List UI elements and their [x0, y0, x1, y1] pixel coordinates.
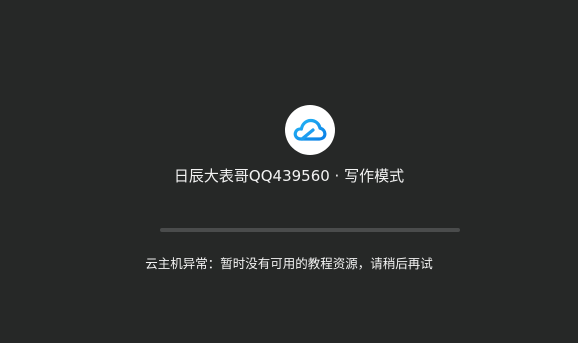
app-logo: [285, 105, 335, 155]
progress-bar: [160, 228, 460, 232]
cloud-icon: [293, 118, 327, 141]
progress-fill: [160, 228, 460, 232]
loading-screen: 日辰大表哥QQ439560 · 写作模式 云主机异常：暂时没有可用的教程资源，请…: [0, 0, 578, 343]
status-message: 云主机异常：暂时没有可用的教程资源，请稍后再试: [145, 256, 433, 271]
page-title: 日辰大表哥QQ439560 · 写作模式: [173, 167, 405, 185]
